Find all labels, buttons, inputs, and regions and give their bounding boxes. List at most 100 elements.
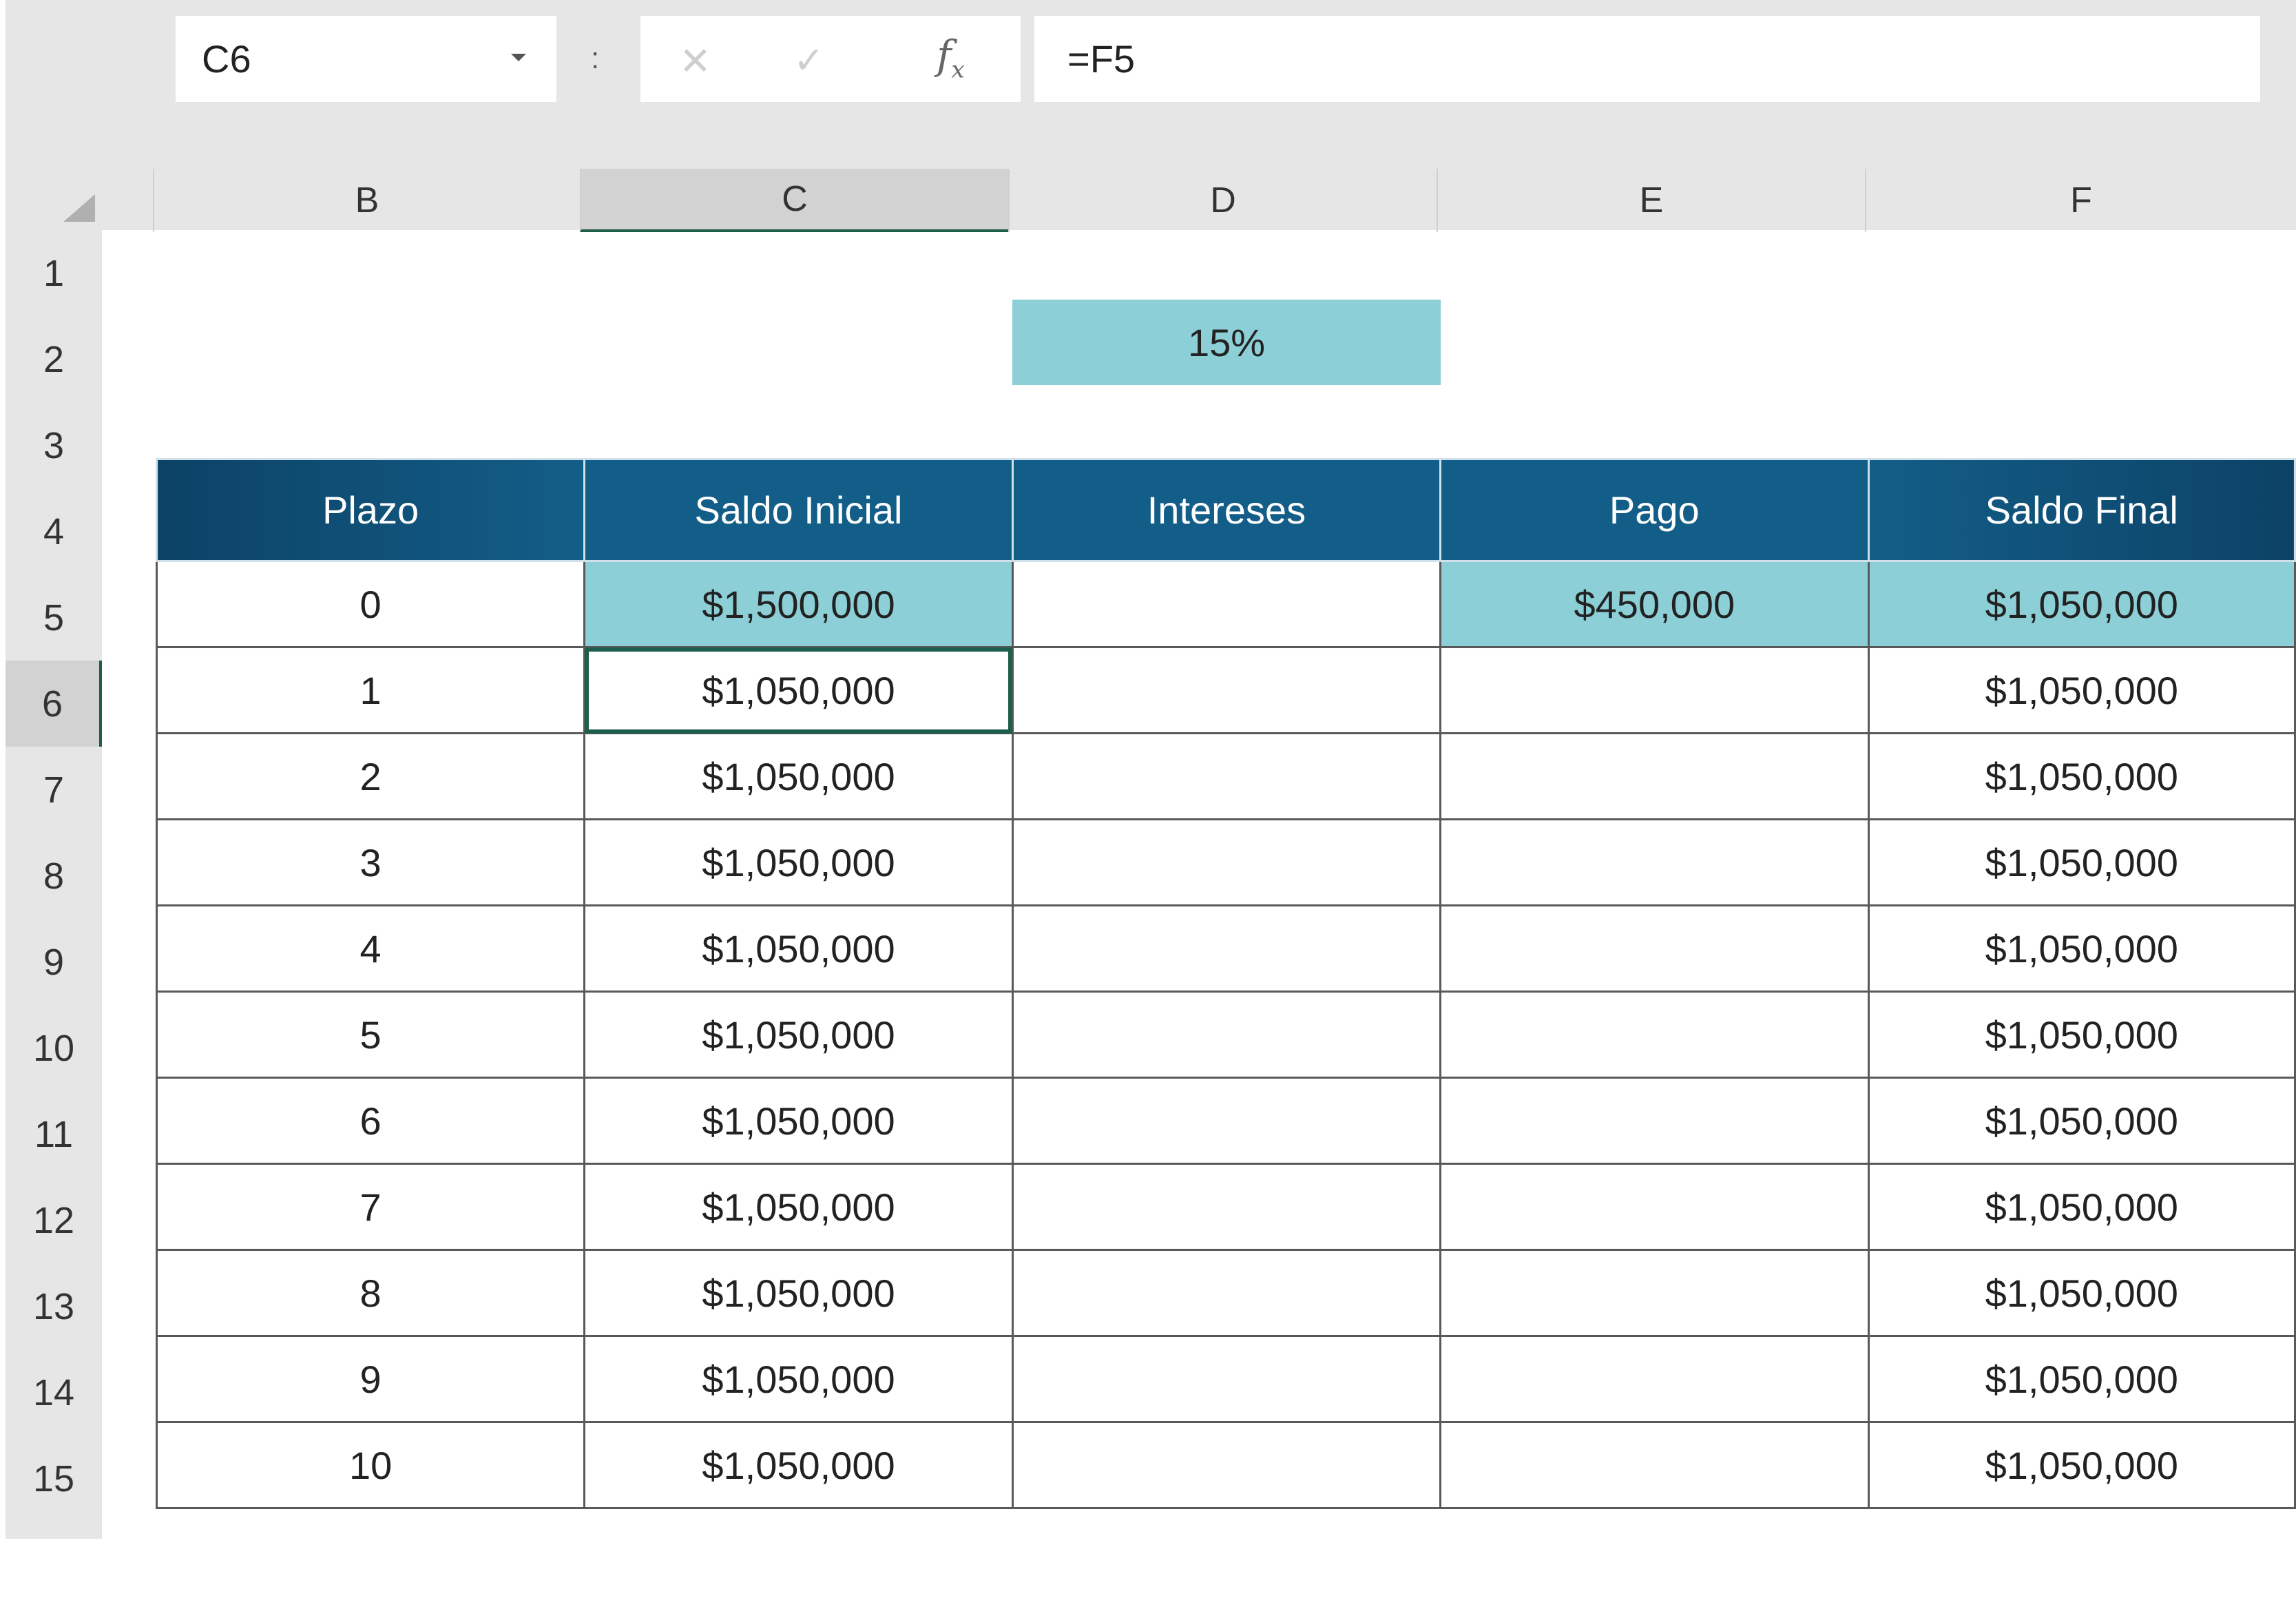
cell-intereses[interactable] [1011,904,1442,993]
row-header[interactable]: 14 [6,1349,102,1435]
row-header[interactable]: 8 [6,833,102,919]
cell-saldo-inicial[interactable]: $1,050,000 [583,1249,1014,1337]
name-box-separator: : [591,41,600,75]
cell-saldo-final[interactable]: $1,050,000 [1867,818,2296,906]
cell-saldo-final[interactable]: $1,050,000 [1867,1335,2296,1423]
cell-saldo-inicial[interactable]: $1,050,000 [583,1335,1014,1423]
cell-intereses[interactable] [1011,732,1442,820]
cell-intereses[interactable] [1011,560,1442,648]
cell-saldo-final[interactable]: $1,050,000 [1867,1163,2296,1251]
cell-saldo-inicial[interactable]: $1,050,000 [583,1077,1014,1165]
row-header[interactable]: 4 [6,488,102,574]
cell-intereses[interactable] [1011,1163,1442,1251]
cell-saldo-final[interactable]: $1,050,000 [1867,646,2296,734]
table-row: 0 $1,500,000 $450,000 $1,050,000 [155,560,2296,648]
column-header-e[interactable]: E [1437,169,1865,232]
column-header-d[interactable]: D [1008,169,1437,232]
cell-saldo-final[interactable]: $1,050,000 [1867,990,2296,1079]
cell-saldo-inicial[interactable]: $1,500,000 [583,560,1014,648]
fx-sub: x [951,56,965,84]
row-header[interactable]: 2 [6,316,102,402]
cell-pago[interactable] [1439,1421,1870,1509]
row-header[interactable]: 11 [6,1091,102,1177]
cell-plazo[interactable]: 4 [155,904,586,993]
table-row: 9 $1,050,000 $1,050,000 [155,1335,2296,1423]
cell-plazo[interactable]: 5 [155,990,586,1079]
cell-saldo-final[interactable]: $1,050,000 [1867,732,2296,820]
cell-saldo-inicial[interactable]: $1,050,000 [583,990,1014,1079]
name-box[interactable]: C6 [176,16,556,102]
cell-intereses[interactable] [1011,1335,1442,1423]
cell-plazo[interactable]: 10 [155,1421,586,1509]
cell-pago[interactable] [1439,904,1870,993]
table-row: 8 $1,050,000 $1,050,000 [155,1249,2296,1337]
row-header[interactable]: 15 [6,1435,102,1522]
cell-saldo-inicial[interactable]: $1,050,000 [583,1163,1014,1251]
cell-pago[interactable] [1439,646,1870,734]
select-all-corner[interactable] [63,194,95,222]
cell-saldo-final[interactable]: $1,050,000 [1867,560,2296,648]
row-header[interactable]: 10 [6,1005,102,1091]
column-header-b[interactable]: B [153,169,580,232]
cell-plazo[interactable]: 7 [155,1163,586,1251]
cell-intereses[interactable] [1011,1249,1442,1337]
cell-pago[interactable] [1439,1163,1870,1251]
amortization-table: Plazo Saldo Inicial Intereses Pago Saldo… [155,458,2296,1509]
fx-label: f [937,32,952,79]
chevron-down-icon[interactable] [511,54,526,61]
cell-plazo[interactable]: 2 [155,732,586,820]
row-header[interactable]: 9 [6,919,102,1005]
cell-plazo[interactable]: 1 [155,646,586,734]
row-header-selected[interactable]: 6 [6,661,102,747]
cell-intereses[interactable] [1011,646,1442,734]
row-header[interactable]: 3 [6,402,102,488]
table-row: 6 $1,050,000 $1,050,000 [155,1077,2296,1165]
row-header[interactable]: 5 [6,574,102,661]
table-row: 7 $1,050,000 $1,050,000 [155,1163,2296,1251]
interest-rate-cell[interactable]: 15% [1012,300,1441,385]
table-row: 2 $1,050,000 $1,050,000 [155,732,2296,820]
column-header-c[interactable]: C [580,169,1008,232]
cell-saldo-inicial[interactable]: $1,050,000 [583,818,1014,906]
cell-saldo-inicial[interactable]: $1,050,000 [583,732,1014,820]
cell-saldo-final[interactable]: $1,050,000 [1867,904,2296,993]
cell-saldo-inicial-active[interactable]: $1,050,000 [583,646,1014,734]
cell-pago[interactable] [1439,732,1870,820]
cell-saldo-inicial[interactable]: $1,050,000 [583,1421,1014,1509]
cell-intereses[interactable] [1011,818,1442,906]
row-header[interactable]: 13 [6,1263,102,1349]
cell-saldo-final[interactable]: $1,050,000 [1867,1077,2296,1165]
formula-input[interactable]: =F5 [1034,16,2260,102]
header-plazo[interactable]: Plazo [155,458,586,562]
enter-icon[interactable]: ✓ [793,39,824,82]
cell-pago[interactable] [1439,990,1870,1079]
cell-pago[interactable] [1439,818,1870,906]
cell-pago[interactable] [1439,1249,1870,1337]
cell-pago[interactable] [1439,1335,1870,1423]
cell-plazo[interactable]: 6 [155,1077,586,1165]
cell-pago[interactable] [1439,1077,1870,1165]
cell-saldo-inicial[interactable]: $1,050,000 [583,904,1014,993]
header-intereses[interactable]: Intereses [1011,458,1442,562]
header-saldo-final[interactable]: Saldo Final [1867,458,2296,562]
table-header-row: Plazo Saldo Inicial Intereses Pago Saldo… [155,458,2296,562]
row-header[interactable]: 12 [6,1177,102,1263]
cancel-icon[interactable]: ✕ [679,39,711,84]
table-row: 10 $1,050,000 $1,050,000 [155,1421,2296,1509]
cell-intereses[interactable] [1011,990,1442,1079]
cell-plazo[interactable]: 9 [155,1335,586,1423]
insert-function-icon[interactable]: fx [937,32,965,84]
row-header[interactable]: 7 [6,747,102,833]
cell-saldo-final[interactable]: $1,050,000 [1867,1421,2296,1509]
cell-pago[interactable]: $450,000 [1439,560,1870,648]
header-saldo-inicial[interactable]: Saldo Inicial [583,458,1014,562]
cell-plazo[interactable]: 8 [155,1249,586,1337]
cell-saldo-final[interactable]: $1,050,000 [1867,1249,2296,1337]
cell-intereses[interactable] [1011,1421,1442,1509]
header-pago[interactable]: Pago [1439,458,1870,562]
column-header-f[interactable]: F [1865,169,2296,232]
row-header[interactable]: 1 [6,230,102,316]
cell-plazo[interactable]: 0 [155,560,586,648]
cell-plazo[interactable]: 3 [155,818,586,906]
cell-intereses[interactable] [1011,1077,1442,1165]
